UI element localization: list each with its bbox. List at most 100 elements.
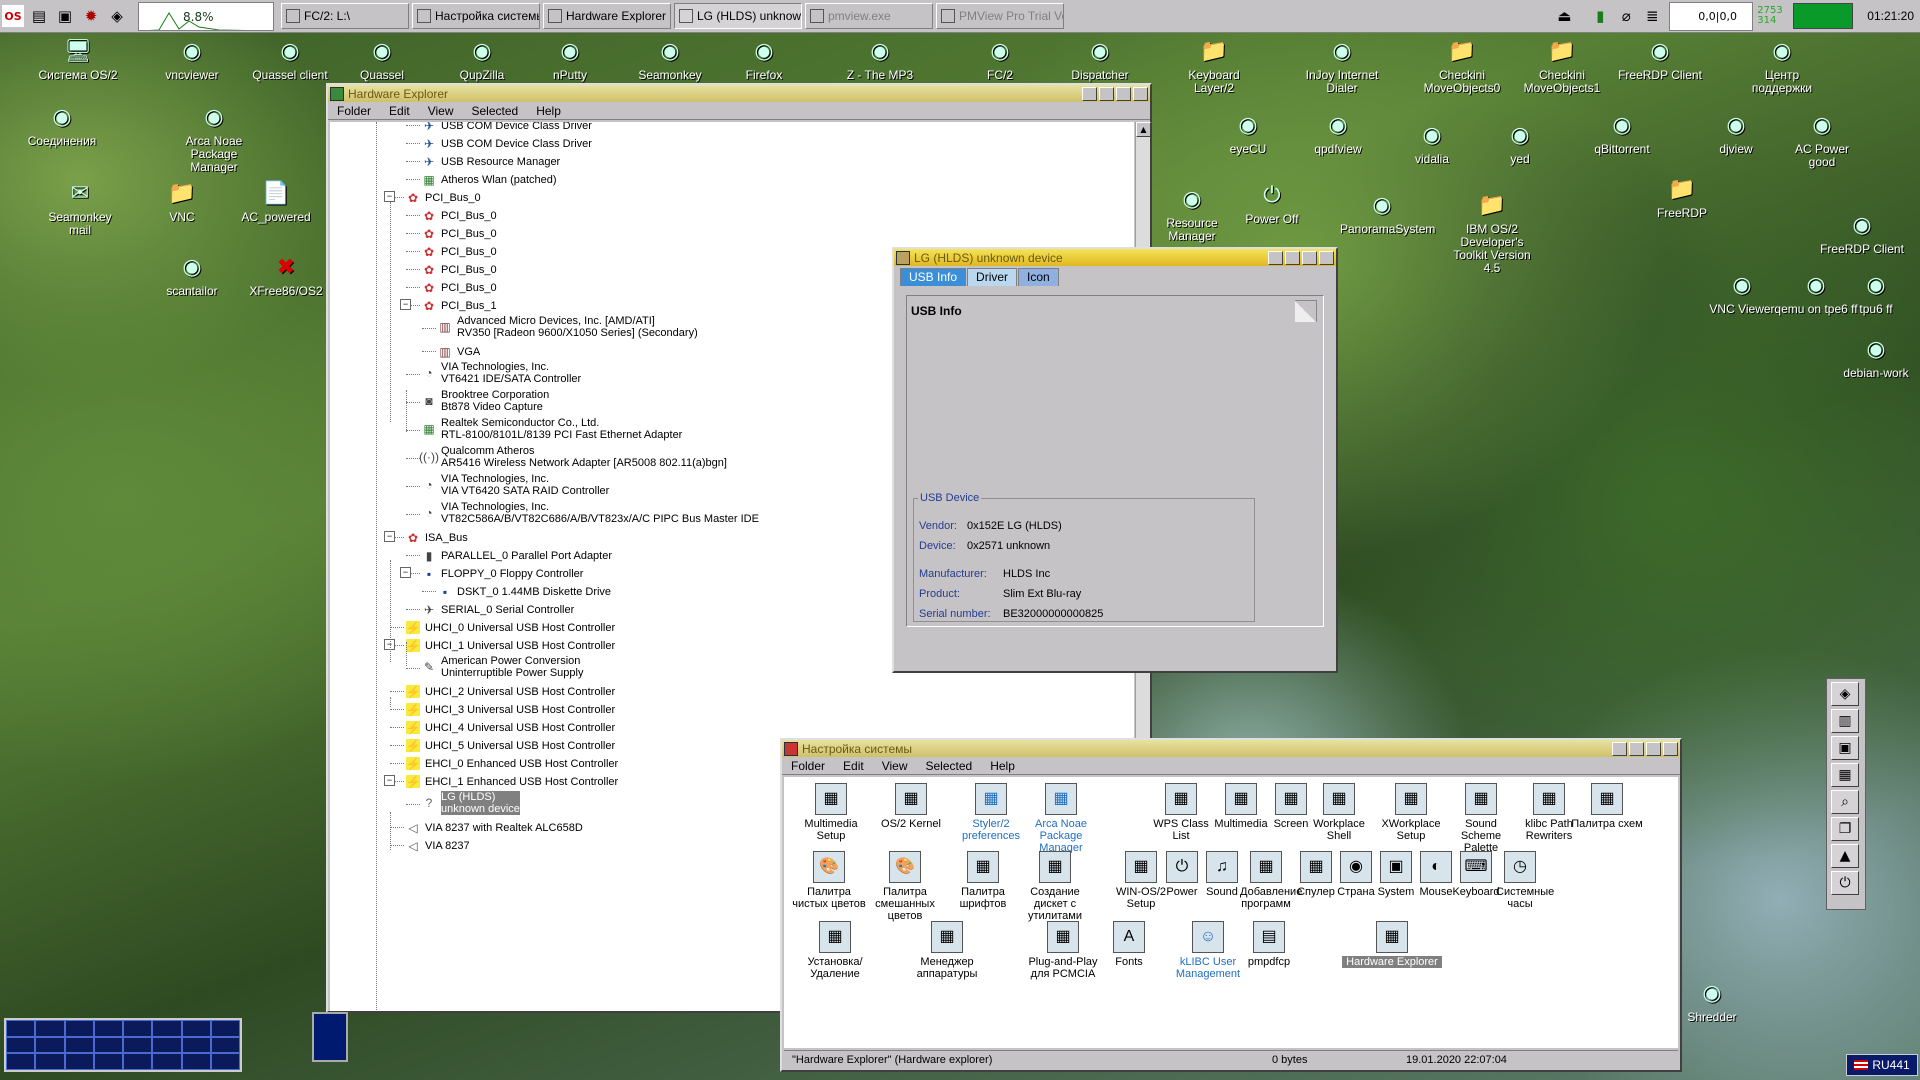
lock-icon[interactable]: ▲ [1831, 844, 1859, 868]
list-icon[interactable]: ▤ [28, 5, 50, 27]
pager-cell[interactable] [6, 1020, 36, 1037]
monitor-icon[interactable]: ▣ [1831, 736, 1859, 760]
windows-icon[interactable]: ❐ [1831, 817, 1859, 841]
tree-item[interactable]: ✿ PCI_Bus_0 [422, 227, 497, 240]
settings-item[interactable]: ▦ OS/2 Kernel [874, 783, 948, 830]
pager-cell[interactable] [35, 1036, 65, 1054]
restore-button[interactable] [1116, 86, 1131, 101]
pager-cell[interactable] [64, 1053, 94, 1070]
settings-item[interactable]: ▦ Sound Scheme Palette [1444, 783, 1518, 854]
pager-cell[interactable] [93, 1053, 123, 1070]
settings-item[interactable]: ▦ Arca Noae Package Manager [1024, 783, 1098, 854]
minimize-button[interactable] [1285, 250, 1300, 265]
tree-item[interactable]: ✿ PCI_Bus_0 [422, 209, 497, 222]
desktop-icon[interactable]: ◉ scantailor [150, 250, 234, 298]
desktop-icon[interactable]: 📁 IBM OS/2 Developer's Toolkit Version 4.… [1450, 188, 1534, 275]
tree-item[interactable]: ✿ PCI_Bus_1 [422, 299, 497, 312]
desktop-icon[interactable]: ◉ Arca Noae Package Manager [172, 100, 256, 174]
pager-cell[interactable] [152, 1053, 182, 1070]
pager-cell[interactable] [6, 1036, 36, 1054]
restore-button[interactable] [1302, 250, 1317, 265]
settings-titlebar[interactable]: Настройка системы [782, 740, 1680, 757]
tree-item[interactable]: ⚡ UHCI_3 Universal USB Host Controller [406, 703, 615, 716]
menu-help[interactable]: Help [527, 104, 570, 118]
desktop-icon[interactable]: ◉ eyeCU [1206, 108, 1290, 156]
desktop-icon[interactable]: ◉ Quassel [340, 34, 424, 82]
task-button[interactable]: Hardware Explorer [543, 3, 671, 29]
collapse-toggle[interactable]: − [400, 299, 411, 310]
desktop-icon[interactable]: ◉ FC/2 [958, 34, 1042, 82]
menu-help[interactable]: Help [981, 759, 1024, 773]
pager-cell[interactable] [181, 1036, 211, 1054]
pager-cell[interactable] [35, 1053, 65, 1070]
tree-item[interactable]: ✈ USB Resource Manager [422, 155, 560, 168]
settings-item[interactable]: 🎨 Палитра чистых цветов [790, 851, 868, 910]
pager-cell[interactable] [123, 1036, 153, 1054]
tree-item[interactable]: ▥ VGA [438, 345, 480, 358]
tree-item[interactable]: ✿ PCI_Bus_0 [422, 263, 497, 276]
hardware-explorer-titlebar[interactable]: Hardware Explorer [328, 85, 1150, 102]
collapse-toggle[interactable]: − [384, 191, 395, 202]
tab-icon[interactable]: Icon [1018, 268, 1059, 286]
desktop-icon[interactable]: ◉ InJoy Internet Dialer [1300, 34, 1384, 95]
desktop-icon[interactable]: ◉ Центр поддержки [1740, 34, 1824, 95]
desktop-icon[interactable]: ◉ FreeRDP Client [1618, 34, 1702, 82]
tree-item[interactable]: ⚡ EHCI_0 Enhanced USB Host Controller [406, 757, 618, 770]
desktop-icon[interactable]: ◉ Quassel client [248, 34, 332, 82]
settings-item[interactable]: ▦ Workplace Shell [1302, 783, 1376, 842]
tree-item[interactable]: ✈ USB COM Device Class Driver [422, 122, 592, 132]
desktop-icon[interactable]: ◉ FreeRDP Client [1820, 208, 1904, 256]
tree-item[interactable]: ✿ PCI_Bus_0 [422, 281, 497, 294]
desktop-icon[interactable]: ◉ AC Power good [1780, 108, 1864, 169]
minimize-button[interactable] [1099, 86, 1114, 101]
tree-item[interactable]: ✈ USB COM Device Class Driver [422, 137, 592, 150]
settings-item[interactable]: 🎨 Палитра смешанных цветов [866, 851, 944, 922]
desktop-icon[interactable]: ◉ vidalia [1390, 118, 1474, 166]
tree-item[interactable]: ✿ PCI_Bus_0 [422, 245, 497, 258]
tree-item[interactable]: ▦ Realtek Semiconductor Co., Ltd. RTL-8100… [422, 417, 682, 441]
menu-view[interactable]: View [873, 759, 917, 773]
task-button[interactable]: FC/2: L:\ [281, 3, 409, 29]
network-icon[interactable]: ⌀ [1615, 5, 1637, 27]
desktop-icon[interactable]: 📁 Keyboard Layer/2 [1172, 34, 1256, 95]
collapse-toggle[interactable]: − [384, 775, 395, 786]
package-icon[interactable]: ◈ [1831, 682, 1859, 706]
tree-item[interactable]: ◔ VIA Technologies, Inc. VT82C586A/B/VT82C… [422, 501, 759, 525]
desktop-icon[interactable]: ◉ PanoramaSystem [1340, 188, 1435, 236]
os2-logo-icon[interactable]: OS [2, 5, 24, 27]
tree-item[interactable]: ⚡ UHCI_1 Universal USB Host Controller [406, 639, 615, 652]
tree-item[interactable]: ◁ VIA 8237 [406, 839, 469, 852]
pager-cell[interactable] [123, 1053, 153, 1070]
pager-cell[interactable] [64, 1020, 94, 1037]
power-icon[interactable]: ⏻ [1831, 871, 1859, 895]
pager-cell[interactable] [210, 1053, 240, 1070]
desktop-icon[interactable]: ◉ tpu6 ff [1834, 268, 1918, 316]
pager-cell[interactable] [152, 1036, 182, 1054]
desktop-icon[interactable]: 📁 VNC [140, 176, 224, 224]
task-button[interactable]: PMView Pro Trial Versio [936, 3, 1064, 29]
tree-item[interactable]: ✈ SERIAL_0 Serial Controller [422, 603, 574, 616]
desktop-icon[interactable]: ◉ qpdfview [1296, 108, 1380, 156]
tree-item[interactable]: ⚡ UHCI_5 Universal USB Host Controller [406, 739, 615, 752]
hide-button[interactable] [1612, 741, 1627, 756]
restore-button[interactable] [1646, 741, 1661, 756]
virtual-desktop-pager[interactable] [4, 1018, 242, 1072]
minimize-button[interactable] [1629, 741, 1644, 756]
shredder-minimized-icon[interactable] [312, 1012, 348, 1062]
desktop-icon[interactable]: 🖥 Система OS/2 [36, 34, 120, 82]
task-button[interactable]: pmview.exe [805, 3, 933, 29]
hide-button[interactable] [1082, 86, 1097, 101]
search-icon[interactable]: ⌕ [1831, 790, 1859, 814]
pager-cell[interactable] [6, 1053, 36, 1070]
hide-button[interactable] [1268, 250, 1283, 265]
desktop-icon[interactable]: ◉ Соединения [20, 100, 104, 148]
tree-item[interactable]: ◙ Brooktree Corporation Bt878 Video Captur… [422, 389, 549, 413]
settings-item[interactable]: ▦ XWorkplace Setup [1374, 783, 1448, 842]
pager-cell[interactable] [35, 1020, 65, 1037]
settings-item[interactable]: ▦ Styler/2 preferences [954, 783, 1028, 842]
tree-item[interactable]: ✿ PCI_Bus_0 [406, 191, 481, 204]
desktop-icon[interactable]: ✉ Seamonkey mail [38, 176, 122, 237]
tree-item[interactable]: ⚡ UHCI_2 Universal USB Host Controller [406, 685, 615, 698]
desktop-icon[interactable]: ◉ vncviewer [150, 34, 234, 82]
gear-icon[interactable]: ✹ [80, 5, 102, 27]
